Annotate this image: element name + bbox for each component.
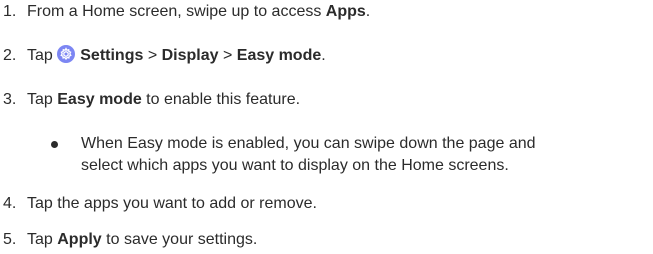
step-number: 3. [3,91,17,108]
path-easy-mode: Easy mode [236,47,322,64]
bullet-dot-icon [51,141,58,148]
step-bold-term: Easy mode [57,91,142,108]
step-text: From a Home screen, swipe up to access [27,3,326,20]
step-2: 2. Tap Settings > Display > Easy mode. [0,45,326,67]
step-bold-term: Apps [325,3,366,20]
bullet-text: When Easy mode is enabled, you can swipe… [81,135,536,174]
step-3: 3. Tap Easy mode to enable this feature. [0,89,300,111]
step-number: 5. [3,231,17,248]
step-text: Tap [27,47,58,64]
step-5: 5. Tap Apply to save your settings. [0,229,257,251]
settings-gear-icon [57,45,76,63]
step-bold-term: Apply [57,231,102,248]
step-text: Tap [27,91,58,108]
step-number: 4. [3,195,17,212]
step-number: 1. [3,3,17,20]
step-4: 4. Tap the apps you want to add or remove… [0,193,317,215]
step-1: 1. From a Home screen, swipe up to access… [0,1,370,23]
step-text: Tap [27,231,58,248]
path-settings: Settings [80,47,144,64]
step-text: Tap the apps you want to add or remove. [27,195,317,212]
step-number: 2. [3,47,17,64]
path-display: Display [161,47,219,64]
